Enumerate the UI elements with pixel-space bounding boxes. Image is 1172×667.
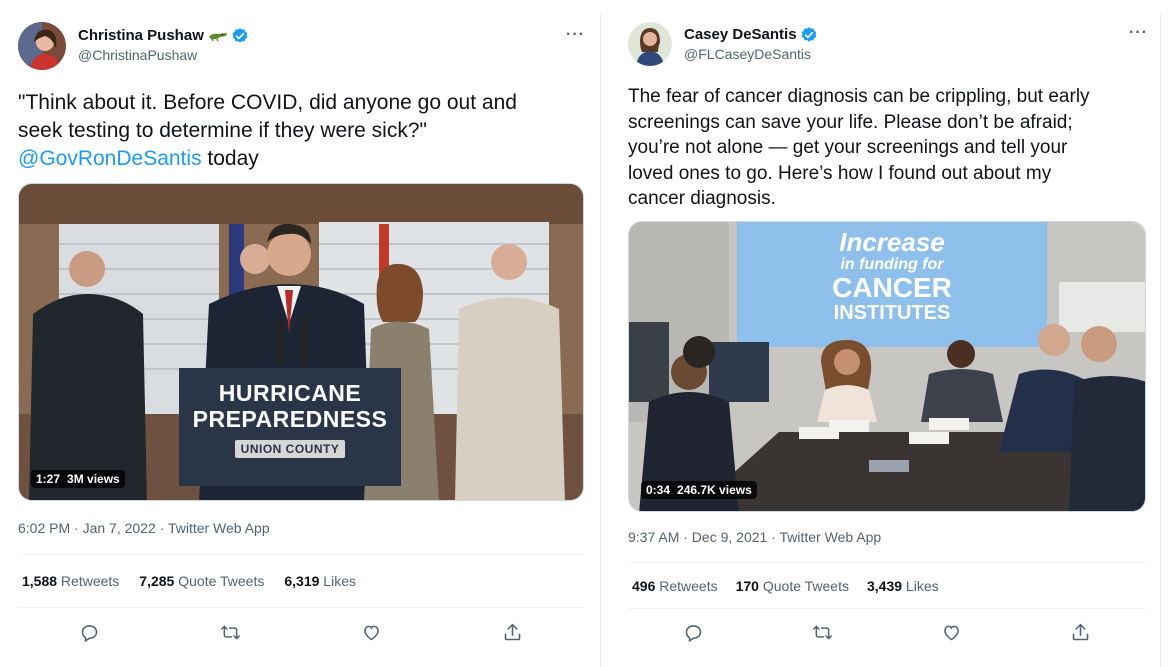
likes-label: Likes	[902, 578, 939, 594]
mention-link[interactable]: @GovRonDeSantis	[18, 147, 202, 170]
likes-label: Likes	[319, 573, 356, 589]
engagement-stats: 496 Retweets 170 Quote Tweets 3,439 Like…	[632, 578, 959, 594]
handle[interactable]: @FLCaseyDeSantis	[684, 45, 818, 64]
video-player[interactable]: HURRICANE PREPAREDNESS UNION COUNTY 1:27…	[18, 183, 584, 501]
more-options-icon[interactable]: ···	[566, 26, 585, 44]
retweets-stat[interactable]: 1,588 Retweets	[22, 573, 119, 589]
column-divider-right	[1160, 14, 1161, 667]
podium-line: UNION COUNTY	[234, 440, 346, 458]
likes-stat[interactable]: 3,439 Likes	[867, 578, 939, 594]
tweet-text-line: @GovRonDeSantis today	[18, 145, 588, 173]
video-views: 246.7K views	[677, 483, 752, 497]
verified-badge-icon	[231, 27, 249, 45]
podium-line: PREPAREDNESS	[192, 406, 388, 432]
likes-count: 6,319	[284, 573, 320, 589]
video-badge: 0:34 246.7K views	[641, 481, 757, 499]
video-duration: 1:27	[36, 472, 61, 486]
tweet-text-fragment: today	[201, 147, 259, 170]
quote-tweets-label: Quote Tweets	[174, 573, 265, 589]
likes-stat[interactable]: 6,319 Likes	[284, 573, 356, 589]
share-icon[interactable]	[1069, 620, 1093, 644]
avatar[interactable]	[628, 22, 672, 66]
timestamp[interactable]: 9:37 AM · Dec 9, 2021 · Twitter Web App	[628, 529, 881, 545]
quote-tweets-stat[interactable]: 170 Quote Tweets	[736, 578, 849, 594]
tweet-text-line: you’re not alone — get your screenings a…	[628, 137, 1068, 158]
timestamp[interactable]: 6:02 PM · Jan 7, 2022 · Twitter Web App	[18, 520, 270, 536]
quote-tweets-count: 7,285	[139, 573, 175, 589]
retweets-stat[interactable]: 496 Retweets	[632, 578, 718, 594]
video-views: 3M views	[67, 472, 120, 486]
engagement-stats: 1,588 Retweets 7,285 Quote Tweets 6,319 …	[22, 573, 376, 589]
video-badge: 1:27 3M views	[31, 470, 125, 488]
screen-line: CANCER	[832, 272, 952, 303]
retweets-label: Retweets	[57, 573, 120, 589]
tweet-text-line: seek testing to determine if they were s…	[18, 119, 427, 142]
retweets-count: 1,588	[22, 573, 58, 589]
handle[interactable]: @ChristinaPushaw	[78, 46, 249, 65]
display-name[interactable]: Casey DeSantis	[684, 25, 797, 45]
tweet-text-line: screenings can save your life. Please do…	[628, 111, 1073, 133]
like-icon[interactable]	[940, 620, 964, 644]
divider	[18, 607, 584, 608]
avatar[interactable]	[18, 22, 66, 70]
more-options-icon[interactable]: ···	[1129, 24, 1148, 42]
alligator-icon	[208, 30, 228, 42]
quote-tweets-count: 170	[735, 578, 759, 594]
tweet-text-line: loved ones to go. Here’s how I found out…	[628, 162, 1052, 184]
action-bar	[681, 620, 1093, 644]
retweets-count: 496	[632, 578, 656, 594]
like-icon[interactable]	[360, 620, 384, 644]
divider	[628, 608, 1146, 609]
reply-icon[interactable]	[77, 620, 101, 644]
quote-tweets-stat[interactable]: 7,285 Quote Tweets	[139, 573, 264, 589]
presentation-screen: Increase in funding for CANCER INSTITUTE…	[737, 228, 1047, 324]
display-name[interactable]: Christina Pushaw	[78, 26, 204, 46]
podium-sign: HURRICANE PREPAREDNESS UNION COUNTY	[179, 380, 401, 458]
quote-tweets-label: Quote Tweets	[758, 578, 849, 594]
likes-count: 3,439	[866, 578, 903, 594]
reply-icon[interactable]	[681, 620, 705, 644]
tweet-header: Christina Pushaw @ChristinaPushaw	[18, 22, 249, 70]
tweet-text-line: The fear of cancer diagnosis can be crip…	[628, 86, 1090, 107]
share-icon[interactable]	[501, 620, 525, 644]
tweet-text-line: cancer diagnosis.	[628, 188, 776, 209]
tweet-header: Casey DeSantis @FLCaseyDeSantis	[628, 22, 818, 66]
screen-line: INSTITUTES	[833, 302, 951, 324]
screen-line: Increase	[839, 227, 945, 257]
divider	[18, 554, 584, 555]
video-player[interactable]: Increase in funding for CANCER INSTITUTE…	[628, 221, 1146, 512]
retweet-icon[interactable]	[218, 620, 242, 644]
retweet-icon[interactable]	[810, 620, 834, 644]
divider	[628, 562, 1146, 563]
retweets-label: Retweets	[655, 578, 718, 594]
tweet-text: "Think about it. Before COVID, did anyon…	[18, 89, 588, 173]
podium-line: HURRICANE	[218, 380, 362, 406]
tweet-text-line: "Think about it. Before COVID, did anyon…	[18, 91, 517, 114]
verified-badge-icon	[800, 26, 818, 44]
action-bar	[77, 620, 525, 644]
column-divider	[600, 14, 601, 667]
tweet-text: The fear of cancer diagnosis can be crip…	[628, 84, 1158, 212]
video-duration: 0:34	[646, 483, 671, 497]
